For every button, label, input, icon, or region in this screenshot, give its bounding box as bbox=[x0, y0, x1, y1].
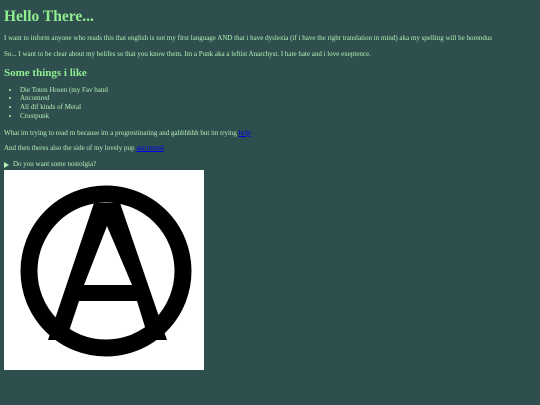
anarchy-symbol-icon bbox=[20, 185, 192, 357]
likes-list: Die Toten Hosen (my Fav band Ancomred Al… bbox=[4, 86, 536, 121]
list-item: Crustpunk bbox=[20, 112, 536, 121]
page-title: Hello There... bbox=[4, 8, 94, 25]
anarchy-image bbox=[4, 169, 204, 370]
likes-heading: Some things i like bbox=[4, 66, 87, 79]
pup-paragraph: And then theres also the side of my love… bbox=[4, 144, 536, 153]
pup-text: And then theres also the side of my love… bbox=[4, 144, 137, 153]
intro-paragraph-beliefs: So... I want to be clear about my belife… bbox=[4, 49, 371, 58]
help-link[interactable]: help bbox=[239, 129, 251, 137]
nostalgia-summary[interactable]: Do you want some nostolgia? bbox=[4, 160, 536, 169]
page: Hello There... I want to inform anyone w… bbox=[0, 0, 540, 405]
list-item: Ancomred bbox=[20, 94, 536, 103]
ancomred-link[interactable]: ancomred bbox=[136, 144, 164, 152]
nostalgia-summary-label: Do you want some nostolgia? bbox=[13, 160, 97, 169]
list-item: All dif kinds of Metal bbox=[20, 103, 536, 112]
list-item: Die Toten Hosen (my Fav band bbox=[20, 86, 536, 95]
reading-paragraph: What im trying to read rn because im a p… bbox=[4, 129, 536, 138]
reading-text: What im trying to read rn because im a p… bbox=[4, 128, 239, 137]
disclosure-triangle-icon bbox=[4, 161, 9, 168]
intro-paragraph-language: I want to inform anyone who reads this t… bbox=[4, 34, 493, 43]
